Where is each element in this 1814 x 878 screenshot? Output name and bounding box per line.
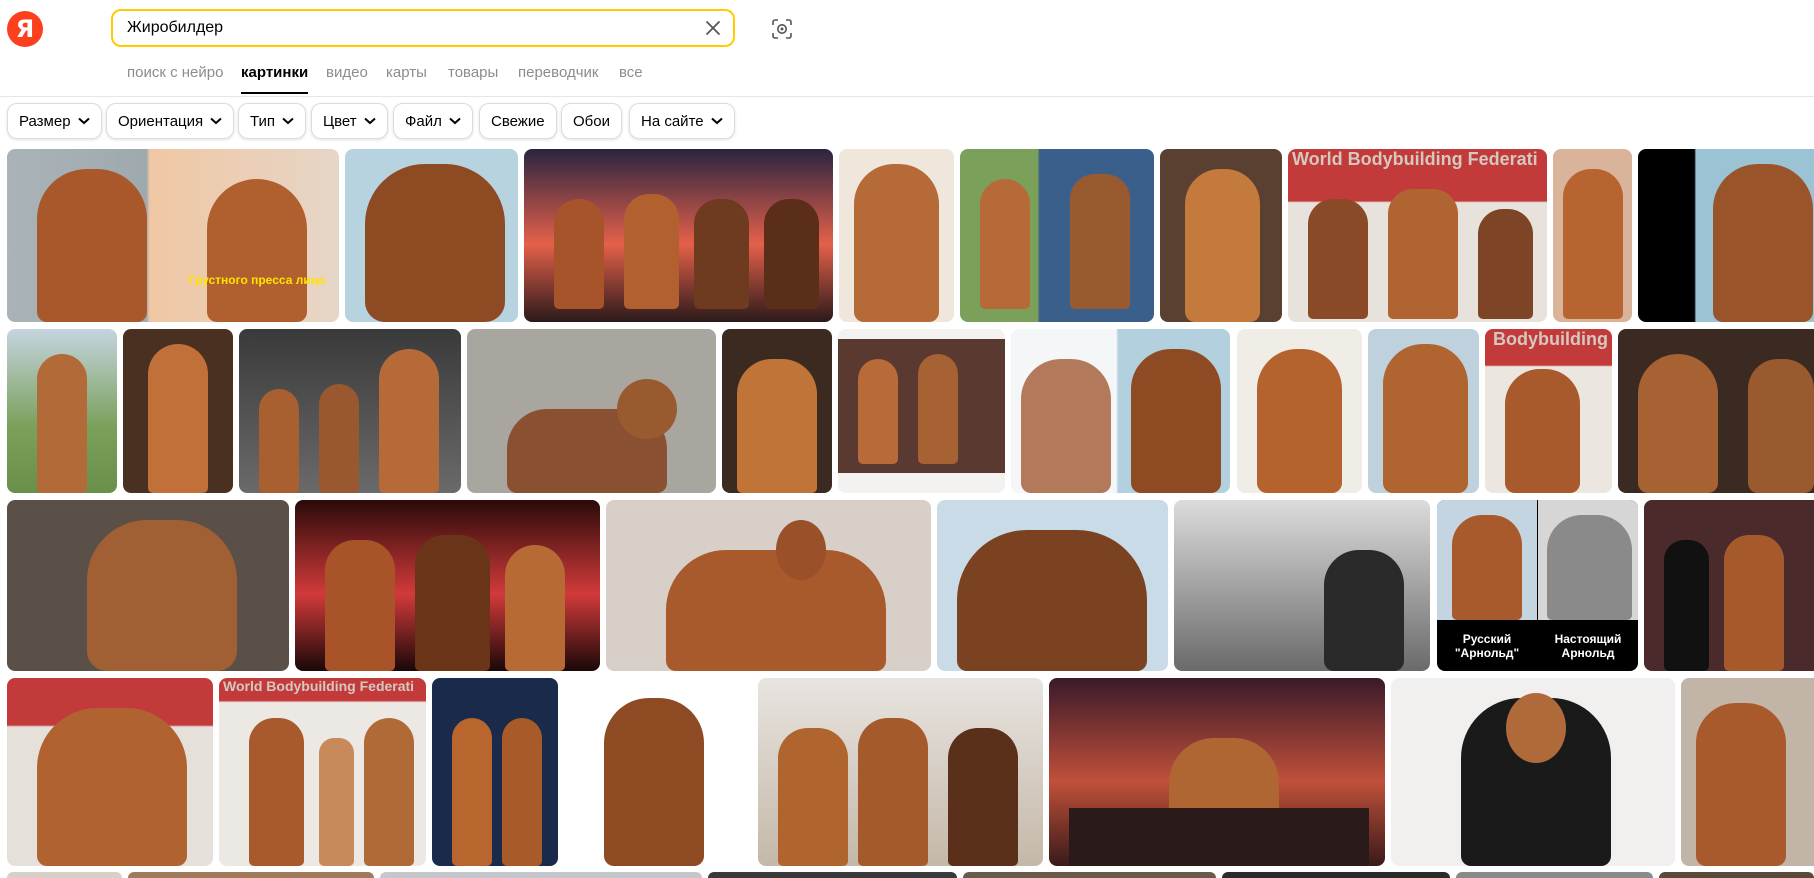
image-thumbnail[interactable] (1011, 329, 1230, 493)
image-thumbnail[interactable] (1237, 329, 1362, 493)
image-thumbnail[interactable] (1618, 329, 1814, 493)
image-thumbnail[interactable] (722, 329, 832, 493)
filter-wallpapers[interactable]: Обои (561, 103, 622, 139)
chevron-down-icon (282, 117, 294, 125)
image-thumbnail[interactable] (1160, 149, 1282, 322)
chevron-down-icon (77, 117, 90, 125)
image-thumbnail[interactable] (380, 872, 702, 878)
tab-translator[interactable]: переводчик (518, 64, 598, 81)
filter-on-site[interactable]: На сайте (629, 103, 735, 139)
image-thumbnail[interactable] (838, 329, 1005, 493)
filter-label: Тип (250, 112, 276, 130)
image-thumbnail[interactable] (1644, 500, 1814, 671)
image-thumbnail[interactable] (758, 678, 1043, 866)
image-caption: Русский "Арнольд" (1454, 632, 1520, 660)
header-divider (0, 96, 1814, 97)
image-caption: Грустного пресса лицо (188, 273, 326, 287)
filter-label: Размер (19, 112, 71, 130)
search-box[interactable] (111, 9, 735, 47)
image-thumbnail[interactable] (123, 329, 233, 493)
image-thumbnail[interactable]: Грустного пресса лицо (7, 149, 339, 322)
image-thumbnail[interactable] (524, 149, 833, 322)
image-thumbnail[interactable]: Bodybuilding (1485, 329, 1612, 493)
image-thumbnail[interactable] (564, 678, 752, 866)
tab-images[interactable]: картинки (241, 64, 309, 94)
image-thumbnail[interactable] (839, 149, 954, 322)
image-thumbnail[interactable] (1391, 678, 1675, 866)
image-thumbnail[interactable] (1681, 678, 1814, 866)
yandex-logo[interactable]: Я (7, 11, 43, 47)
filter-color[interactable]: Цвет (311, 103, 388, 139)
filter-label: На сайте (641, 112, 704, 130)
search-input[interactable] (127, 11, 687, 45)
image-overlay-text: Bodybuilding (1493, 329, 1608, 349)
image-thumbnail[interactable] (7, 872, 122, 878)
image-thumbnail[interactable] (960, 149, 1154, 322)
image-thumbnail[interactable] (239, 329, 461, 493)
tab-video[interactable]: видео (326, 64, 368, 81)
image-caption: Настоящий Арнольд (1554, 632, 1622, 660)
image-thumbnail[interactable] (1638, 149, 1814, 322)
image-thumbnail[interactable] (1368, 329, 1479, 493)
close-icon (706, 21, 720, 35)
image-thumbnail[interactable] (1659, 872, 1814, 878)
image-thumbnail[interactable] (7, 678, 213, 866)
image-thumbnail[interactable] (963, 872, 1216, 878)
image-thumbnail[interactable] (1174, 500, 1430, 671)
filter-label: Цвет (323, 112, 357, 130)
filter-label: Файл (405, 112, 442, 130)
camera-icon (772, 19, 792, 39)
image-thumbnail[interactable] (1553, 149, 1632, 322)
filter-fresh[interactable]: Свежие (479, 103, 557, 139)
chevron-down-icon (710, 117, 723, 125)
tab-products[interactable]: товары (448, 64, 498, 81)
image-thumbnail[interactable] (432, 678, 558, 866)
image-search-button[interactable] (770, 17, 794, 41)
image-thumbnail[interactable]: Русский "Арнольд" Настоящий Арнольд (1437, 500, 1638, 671)
image-thumbnail[interactable] (937, 500, 1168, 671)
clear-search-button[interactable] (701, 16, 725, 40)
image-thumbnail[interactable] (345, 149, 518, 322)
image-thumbnail[interactable] (1222, 872, 1450, 878)
filter-label: Обои (573, 112, 610, 130)
tab-maps[interactable]: карты (386, 64, 427, 81)
filter-type[interactable]: Тип (238, 103, 307, 139)
image-overlay-text: World Bodybuilding Federati (223, 678, 415, 694)
image-thumbnail[interactable] (128, 872, 374, 878)
chevron-down-icon (363, 117, 376, 125)
filter-size[interactable]: Размер (7, 103, 102, 139)
image-thumbnail[interactable]: World Bodybuilding Federati (219, 678, 426, 866)
image-thumbnail[interactable]: World Bodybuilding Federati (1288, 149, 1547, 322)
image-overlay-text: World Bodybuilding Federati (1292, 149, 1538, 169)
image-thumbnail[interactable] (7, 500, 289, 671)
chevron-down-icon (210, 117, 222, 125)
filter-orientation[interactable]: Ориентация (106, 103, 235, 139)
filter-label: Свежие (491, 112, 545, 130)
image-thumbnail[interactable] (1049, 678, 1385, 866)
tab-neuro[interactable]: поиск с нейро (127, 64, 223, 81)
tab-all[interactable]: все (619, 64, 643, 81)
filter-file[interactable]: Файл (393, 103, 473, 139)
filter-label: Ориентация (118, 112, 204, 130)
image-thumbnail[interactable] (1456, 872, 1653, 878)
image-thumbnail[interactable] (467, 329, 716, 493)
chevron-down-icon (449, 117, 461, 125)
image-thumbnail[interactable] (295, 500, 600, 671)
image-thumbnail[interactable] (708, 872, 957, 878)
image-thumbnail[interactable] (7, 329, 117, 493)
image-thumbnail[interactable] (606, 500, 931, 671)
